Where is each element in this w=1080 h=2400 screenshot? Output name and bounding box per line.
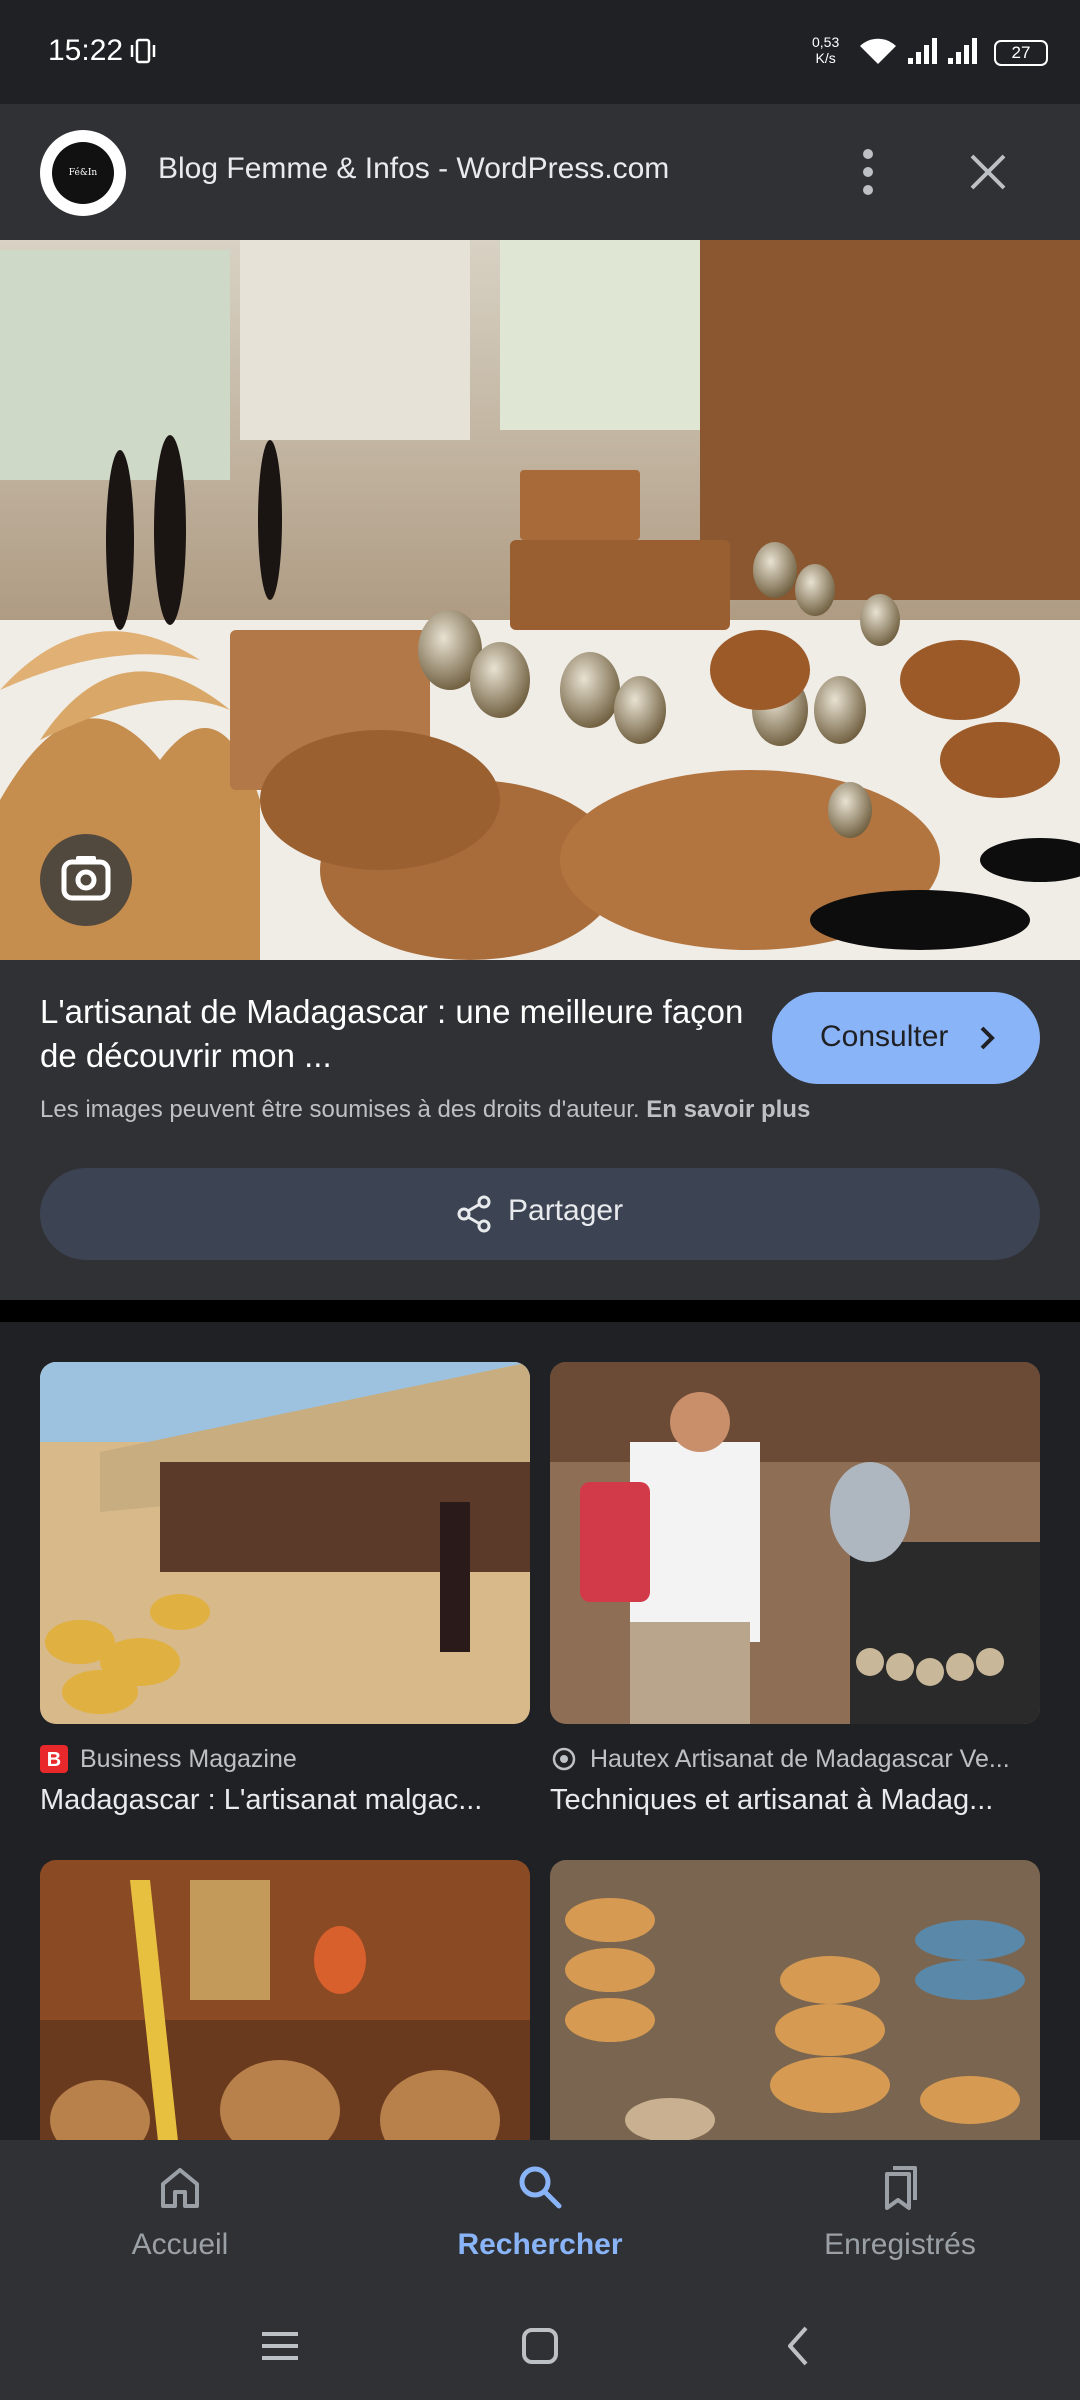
share-button[interactable]: Partager	[40, 1168, 1040, 1260]
site-logo: Fé&In	[40, 130, 126, 216]
search-icon	[519, 2166, 562, 2209]
chevron-right-icon	[980, 1026, 995, 1050]
site-title[interactable]: Blog Femme & Infos - WordPress.com	[158, 152, 669, 186]
status-bar: 15:22 0,53 K/s 27	[0, 0, 1080, 104]
home-icon	[161, 2168, 199, 2208]
system-navigation	[0, 2290, 1080, 2400]
copyright-notice: Les images peuvent être soumises à des d…	[40, 1096, 810, 1124]
signal-icon-2	[948, 38, 977, 64]
vibrate-icon	[130, 38, 156, 64]
network-speed-value: 0,53	[812, 34, 840, 50]
crafts-illustration	[0, 240, 1080, 960]
consult-button-label: Consulter	[820, 1020, 949, 1053]
section-divider	[0, 1300, 1080, 1322]
network-speed-unit: K/s	[815, 50, 836, 66]
bottom-navigation: Accueil Rechercher Enregistrés	[0, 2140, 1080, 2290]
bowls-baskets-image	[550, 1860, 1040, 2140]
related-source: B Business Magazine	[40, 1744, 530, 1774]
related-card[interactable]	[40, 1860, 530, 2140]
nav-search[interactable]: Rechercher	[390, 2162, 690, 2262]
related-image[interactable]	[550, 1362, 1040, 1724]
recent-apps-icon[interactable]	[252, 2318, 308, 2374]
signal-icon	[908, 38, 937, 64]
viewer-header: Fé&In Blog Femme & Infos - WordPress.com	[0, 104, 1080, 240]
nav-home-label: Accueil	[131, 2228, 229, 2261]
result-headline[interactable]: L'artisanat de Madagascar : une meilleur…	[40, 990, 760, 1078]
battery-level: 27	[1011, 43, 1031, 62]
b-icon: B	[40, 1745, 68, 1773]
share-button-label: Partager	[508, 1194, 624, 1227]
related-source: Hautex Artisanat de Madagascar Ve...	[550, 1744, 1040, 1774]
nav-saved[interactable]: Enregistrés	[750, 2162, 1050, 2262]
nav-home[interactable]: Accueil	[30, 2162, 330, 2262]
related-title[interactable]: Techniques et artisanat à Madag...	[550, 1784, 1040, 1817]
result-image[interactable]	[0, 240, 1080, 960]
related-image[interactable]	[40, 1860, 530, 2140]
back-icon[interactable]	[772, 2318, 828, 2374]
google-lens-button[interactable]	[40, 834, 132, 926]
battery-icon: 27	[994, 40, 1048, 66]
related-title[interactable]: Madagascar : L'artisanat malgac...	[40, 1784, 530, 1817]
copyright-text: Les images peuvent être soumises à des d…	[40, 1096, 640, 1123]
wifi-icon	[860, 38, 896, 64]
related-image[interactable]	[550, 1860, 1040, 2140]
lens-icon	[61, 856, 111, 901]
bookmarks-icon	[885, 2166, 917, 2210]
related-card[interactable]: B Business Magazine Madagascar : L'artis…	[40, 1362, 530, 1817]
nav-saved-label: Enregistrés	[824, 2228, 976, 2261]
status-time: 15:22	[48, 34, 124, 67]
close-icon[interactable]	[966, 150, 1010, 194]
guitars-crafts-image	[40, 1860, 530, 2140]
nav-search-label: Rechercher	[457, 2228, 623, 2261]
shop-man-image	[550, 1362, 1040, 1724]
home-button-icon[interactable]	[512, 2318, 568, 2374]
market-stalls-image	[40, 1362, 530, 1724]
more-options-icon[interactable]	[848, 144, 888, 200]
related-image[interactable]	[40, 1362, 530, 1724]
consult-button[interactable]: Consulter	[772, 992, 1040, 1084]
share-icon	[457, 1195, 491, 1233]
svg-text:B: B	[47, 1749, 61, 1771]
site-logo-text: Fé&In	[52, 142, 114, 204]
related-card[interactable]: Hautex Artisanat de Madagascar Ve... Tec…	[550, 1362, 1040, 1817]
result-info-panel: L'artisanat de Madagascar : une meilleur…	[0, 960, 1080, 1300]
globe-icon	[552, 1747, 576, 1771]
related-images-grid: B Business Magazine Madagascar : L'artis…	[0, 1322, 1080, 2140]
learn-more-link[interactable]: En savoir plus	[646, 1096, 810, 1123]
related-card[interactable]	[550, 1860, 1040, 2140]
related-source-name: Business Magazine	[80, 1744, 297, 1773]
related-source-name: Hautex Artisanat de Madagascar Ve...	[590, 1744, 1010, 1773]
network-speed: 0,53 K/s	[812, 34, 839, 66]
